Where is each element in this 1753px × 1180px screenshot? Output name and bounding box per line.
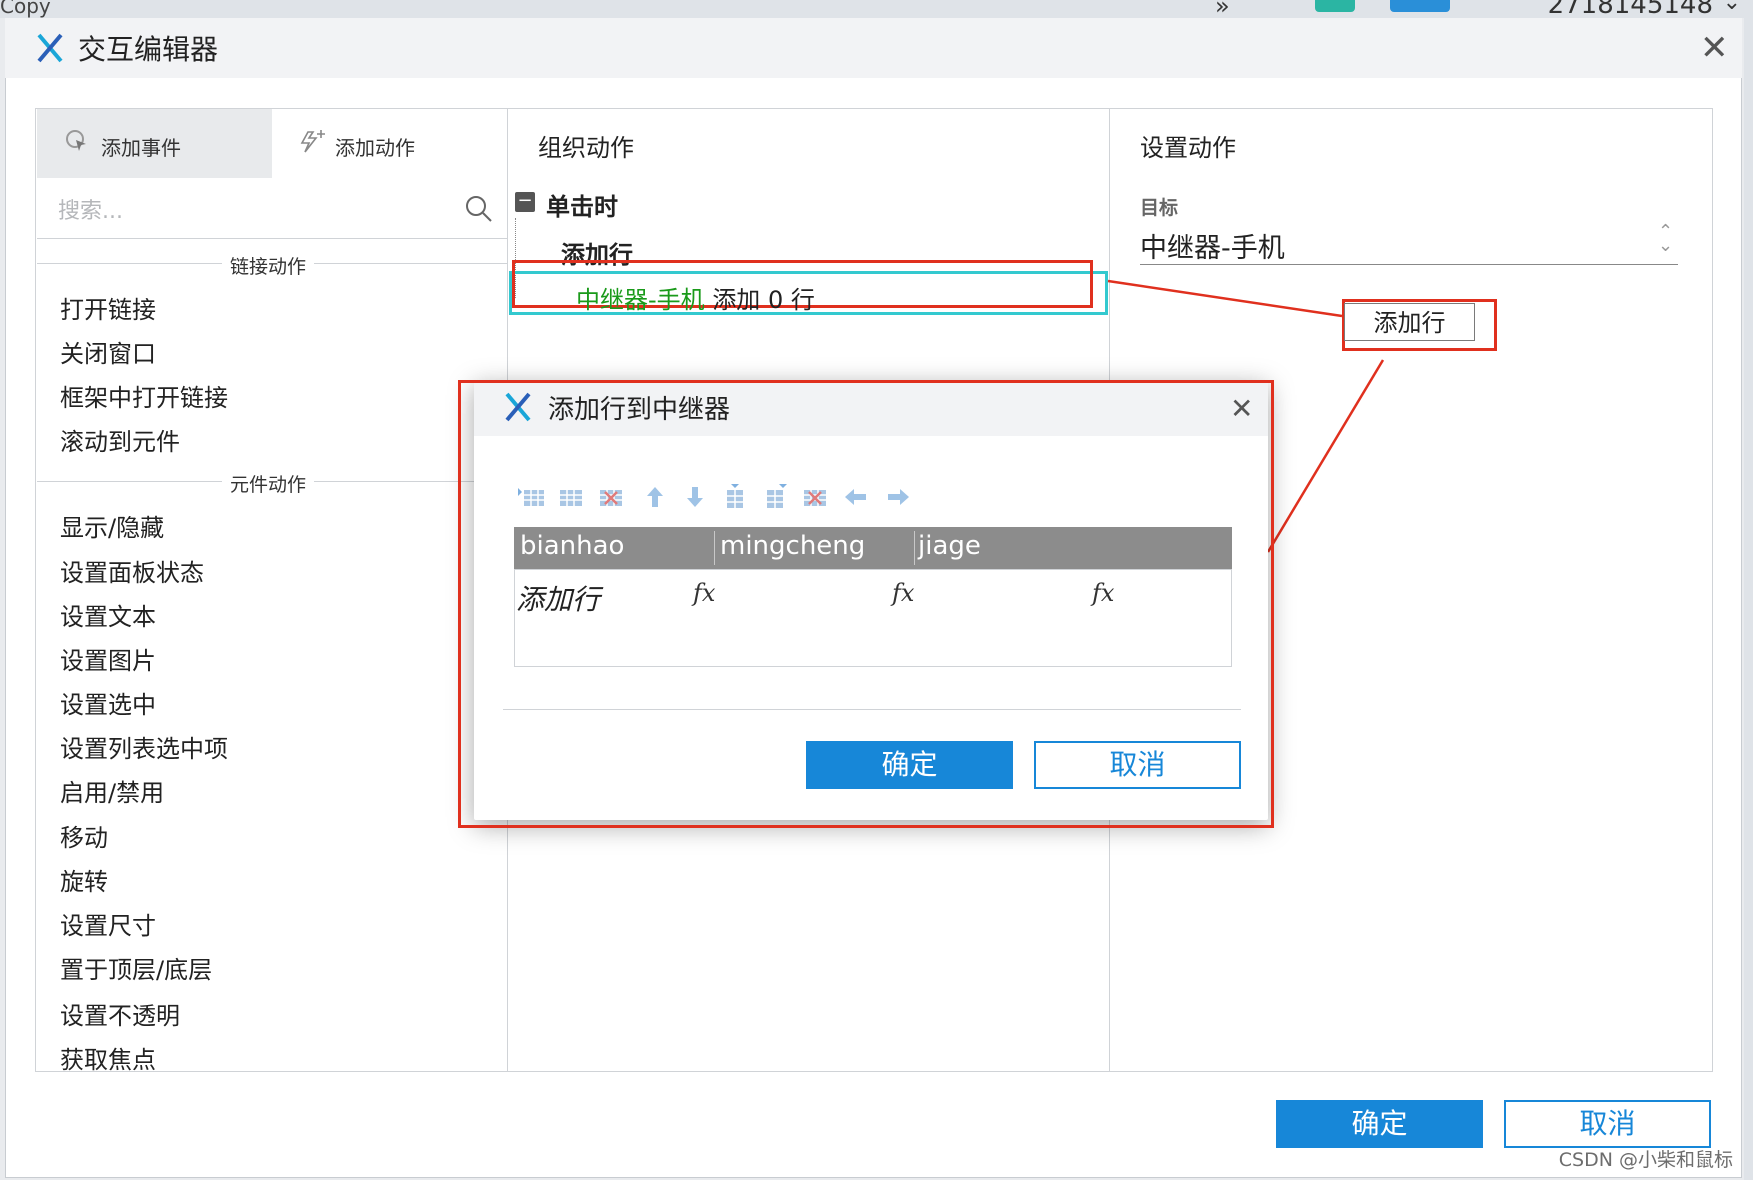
action-bring-to-front[interactable]: 置于顶层/底层 bbox=[60, 950, 212, 985]
collapse-icon[interactable]: − bbox=[515, 192, 535, 212]
tree-item-detail: 添加 0 行 bbox=[712, 286, 815, 314]
fx-icon[interactable]: fx bbox=[892, 579, 914, 607]
annotation-add-row-button: 添加行 bbox=[1344, 303, 1475, 341]
action-spark-icon bbox=[300, 130, 325, 153]
group-label-link-actions: 链接动作 bbox=[222, 252, 315, 279]
action-scroll-to-widget[interactable]: 滚动到元件 bbox=[60, 422, 180, 457]
column-header-mingcheng[interactable]: mingcheng bbox=[720, 531, 865, 561]
action-rotate[interactable]: 旋转 bbox=[60, 862, 108, 897]
double-chevron-icon[interactable]: » bbox=[1215, 0, 1230, 18]
target-label: 目标 bbox=[1140, 197, 1179, 219]
action-set-text[interactable]: 设置文本 bbox=[60, 597, 156, 632]
delete-row-icon[interactable] bbox=[596, 484, 626, 510]
action-set-panel-state[interactable]: 设置面板状态 bbox=[60, 553, 204, 588]
tree-event-click[interactable]: 单击时 bbox=[546, 187, 618, 222]
column-header-jiage[interactable]: jiage bbox=[918, 531, 981, 561]
move-left-icon[interactable] bbox=[842, 484, 872, 510]
fx-icon[interactable]: fx bbox=[693, 579, 715, 607]
column-separator bbox=[914, 531, 915, 565]
target-underline bbox=[1140, 264, 1678, 265]
background-toolbar: Copy » 2718145148 ⌄ bbox=[0, 0, 1753, 18]
close-icon[interactable]: ✕ bbox=[1700, 31, 1729, 65]
sub-cancel-button[interactable]: 取消 bbox=[1034, 741, 1241, 789]
event-cursor-icon bbox=[66, 130, 86, 151]
tree-item-target: 中继器-手机 bbox=[576, 286, 705, 314]
fx-icon[interactable]: fx bbox=[1092, 579, 1114, 607]
id-number: 2718145148 bbox=[1547, 0, 1713, 18]
action-set-size[interactable]: 设置尺寸 bbox=[60, 906, 156, 941]
search-underline bbox=[37, 238, 507, 239]
action-close-window[interactable]: 关闭窗口 bbox=[60, 334, 156, 369]
insert-column-icon[interactable] bbox=[720, 484, 750, 510]
action-set-selected[interactable]: 设置选中 bbox=[60, 685, 156, 720]
append-row-icon[interactable] bbox=[556, 484, 586, 510]
column-header-bianhao[interactable]: bianhao bbox=[520, 531, 624, 561]
tab-add-event-label[interactable]: 添加事件 bbox=[101, 132, 181, 161]
background-sidebar bbox=[1744, 0, 1753, 1180]
action-set-image[interactable]: 设置图片 bbox=[60, 641, 156, 676]
search-icon[interactable] bbox=[465, 195, 493, 223]
chevron-down-icon[interactable]: ⌄ bbox=[1723, 0, 1741, 15]
action-open-in-frame[interactable]: 框架中打开链接 bbox=[60, 378, 228, 413]
tree-action-item[interactable]: 中继器-手机 添加 0 行 bbox=[576, 280, 815, 315]
action-show-hide[interactable]: 显示/隐藏 bbox=[60, 508, 164, 543]
search-input[interactable]: 搜索... bbox=[58, 193, 123, 225]
action-enable-disable[interactable]: 启用/禁用 bbox=[60, 773, 164, 808]
axure-logo-icon bbox=[37, 33, 63, 63]
move-down-icon[interactable] bbox=[680, 484, 710, 510]
app-tile-icon[interactable] bbox=[1315, 0, 1355, 12]
confirm-button[interactable]: 确定 bbox=[1276, 1100, 1483, 1148]
column-separator bbox=[714, 531, 715, 565]
sub-confirm-button[interactable]: 确定 bbox=[806, 741, 1013, 789]
move-right-icon[interactable] bbox=[882, 484, 912, 510]
append-column-icon[interactable] bbox=[760, 484, 790, 510]
action-move[interactable]: 移动 bbox=[60, 818, 108, 853]
sub-dialog-divider bbox=[503, 709, 1241, 710]
action-open-link[interactable]: 打开链接 bbox=[60, 290, 156, 325]
dialog-title: 交互编辑器 bbox=[78, 33, 219, 66]
target-select[interactable]: 中继器-手机 bbox=[1140, 226, 1285, 265]
app-tile-icon[interactable] bbox=[1390, 0, 1450, 12]
watermark: CSDN @小柴和鼠标 bbox=[1558, 1149, 1733, 1171]
dialog-title-bar: 交互编辑器 ✕ bbox=[5, 18, 1742, 78]
action-set-opacity[interactable]: 设置不透明 bbox=[60, 996, 180, 1031]
grid-body bbox=[514, 569, 1232, 667]
row-label: 添加行 bbox=[516, 583, 601, 616]
cancel-button[interactable]: 取消 bbox=[1504, 1100, 1711, 1148]
action-focus[interactable]: 获取焦点 bbox=[60, 1040, 156, 1075]
updown-icon[interactable]: ⌃ ⌄ bbox=[1658, 223, 1673, 255]
copy-label[interactable]: Copy bbox=[0, 0, 51, 18]
organize-actions-title: 组织动作 bbox=[538, 134, 634, 162]
action-set-list-selection[interactable]: 设置列表选中项 bbox=[60, 729, 228, 764]
tab-add-action-label[interactable]: 添加动作 bbox=[335, 132, 415, 161]
delete-column-icon[interactable] bbox=[800, 484, 830, 510]
move-up-icon[interactable] bbox=[640, 484, 670, 510]
insert-row-icon[interactable] bbox=[516, 484, 546, 510]
group-label-widget-actions: 元件动作 bbox=[222, 470, 315, 497]
set-action-title: 设置动作 bbox=[1140, 134, 1236, 162]
